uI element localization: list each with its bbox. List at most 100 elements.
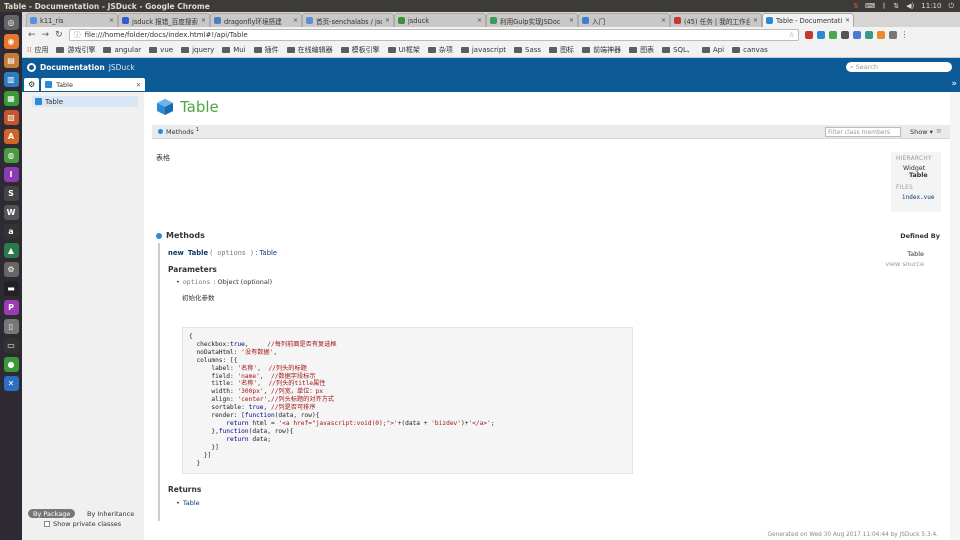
scrollbar[interactable] (950, 92, 960, 540)
network-icon[interactable]: ⇅ (893, 2, 899, 10)
software-center-icon[interactable]: A (3, 129, 19, 144)
bookmark-folder[interactable]: 在线编辑器 (286, 45, 333, 55)
close-icon[interactable]: ✕ (845, 17, 850, 24)
extension-icon[interactable] (852, 31, 861, 39)
tree-item-table[interactable]: Table (32, 96, 138, 107)
extension-icon[interactable] (888, 31, 897, 39)
keyboard-icon[interactable]: ⌨ (865, 2, 875, 10)
expand-icon[interactable]: » (951, 79, 957, 89)
browser-tab[interactable]: (45) 任务 | 我的工作台 ✕ (670, 13, 762, 27)
by-package-button[interactable]: By Package (28, 509, 76, 518)
forward-icon[interactable]: → (42, 30, 50, 40)
back-icon[interactable]: ← (28, 30, 36, 40)
phpstorm-icon[interactable]: P (3, 300, 19, 315)
clock[interactable]: 11:10 (921, 2, 941, 10)
close-icon[interactable]: ✕ (385, 17, 390, 24)
methods-filter-button[interactable]: Methods 1 (166, 127, 199, 136)
dash-icon[interactable]: ◎ (3, 15, 19, 30)
extension-icon[interactable] (864, 31, 873, 39)
close-icon[interactable]: ✕ (477, 17, 482, 24)
menu-icon[interactable]: ⋮ (901, 31, 909, 39)
bookmark-folder[interactable]: 杂项 (427, 45, 453, 55)
close-icon[interactable]: ✕ (136, 81, 141, 89)
globe-icon[interactable]: ● (3, 357, 19, 372)
trash-icon[interactable]: ▯ (3, 319, 19, 334)
browser-tab[interactable]: 首页-senchalabs / jsduck✕ (302, 13, 394, 27)
browser-tab[interactable]: 入门 ✕ (578, 13, 670, 27)
returns-type[interactable]: Table (183, 499, 200, 507)
browser-tab[interactable]: 利用Gulp实现JSDoc ✕ (486, 13, 578, 27)
browser-tab[interactable]: jsduck ✕ (394, 13, 486, 27)
chrome-icon[interactable]: ◍ (3, 148, 19, 163)
monitor-icon[interactable]: ▭ (3, 338, 19, 353)
show-dropdown[interactable]: Show ▾ (910, 128, 933, 136)
extension-icon[interactable] (828, 31, 837, 39)
bookmark-folder[interactable]: 图表 (629, 45, 654, 55)
search-input[interactable]: ⌕ Search (846, 62, 952, 72)
extension-icon[interactable] (804, 31, 813, 39)
show-private-toggle[interactable]: Show private classes (44, 520, 121, 528)
close-icon[interactable]: ✕ (661, 17, 666, 24)
filter-members-input[interactable]: Filter class members (825, 127, 901, 137)
close-icon[interactable]: ✕ (109, 17, 114, 24)
bookmark-folder[interactable]: Sass (514, 46, 541, 54)
definer-class[interactable]: Table (885, 249, 924, 259)
by-inheritance-button[interactable]: By Inheritance (82, 509, 139, 518)
impress-icon[interactable]: ▧ (3, 110, 19, 125)
bookmark-folder[interactable]: 图标 (549, 45, 574, 55)
view-source-link[interactable]: view source (885, 259, 924, 269)
close-icon[interactable]: ✕ (753, 17, 758, 24)
bookmark-folder[interactable]: vue (149, 46, 173, 54)
browser-tab[interactable]: k11_ris ✕ (26, 13, 118, 27)
bookmark-folder[interactable]: 插件 (253, 45, 279, 55)
bookmark-folder[interactable]: jquery (181, 46, 214, 54)
bookmark-folder[interactable]: angular (103, 46, 141, 54)
bookmark-folder[interactable]: SQL、 (662, 45, 694, 55)
browser-tab[interactable]: dragonfly环境搭建 ✕ (210, 13, 302, 27)
firefox-icon[interactable]: ◉ (3, 34, 19, 49)
sublime-icon[interactable]: S (3, 186, 19, 201)
ide-icon[interactable]: I (3, 167, 19, 182)
power-icon[interactable]: ⏻ (948, 2, 954, 11)
vscode-icon[interactable]: ✕ (3, 376, 19, 391)
reload-icon[interactable]: ↻ (55, 30, 63, 40)
show-private-checkbox[interactable] (44, 521, 50, 527)
docs-brand[interactable]: Documentation JSDuck (27, 63, 135, 72)
amazon-icon[interactable]: a (3, 224, 19, 239)
bookmark-folder[interactable]: 游戏引擎 (56, 45, 95, 55)
terminal-icon[interactable]: W (3, 205, 19, 220)
bookmark-folder[interactable]: javascript (460, 46, 506, 54)
bookmark-folder[interactable]: 模板引擎 (340, 45, 380, 55)
close-icon[interactable]: ✕ (293, 17, 298, 24)
method-name[interactable]: Table (188, 249, 208, 257)
browser-tab[interactable]: jsduck 报错_百度搜索 ✕ (118, 13, 210, 27)
bluetooth-icon[interactable]: ᛒ (882, 2, 886, 10)
image-viewer-icon[interactable]: ▲ (3, 243, 19, 258)
bookmark-folder[interactable]: Mui (222, 46, 246, 54)
bookmark-folder[interactable]: UI框架 (387, 45, 420, 55)
collapse-icon[interactable]: ≡ (936, 127, 942, 135)
bookmark-star-icon[interactable]: ☆ (788, 31, 797, 39)
writer-icon[interactable]: ▥ (3, 72, 19, 87)
calc-icon[interactable]: ▦ (3, 91, 19, 106)
bookmark-folder[interactable]: 前端神器 (582, 45, 621, 55)
browser-tab-active[interactable]: Table - Documentation✕ (762, 13, 854, 27)
bookmark-folder[interactable]: canvas (732, 46, 768, 54)
method-signature[interactable]: new Table( options ) : Table (168, 249, 277, 257)
settings-icon[interactable]: ⚙ (3, 262, 19, 277)
sogou-icon[interactable]: S (854, 2, 858, 10)
bookmark-apps[interactable]: ⁞⁞ 应用 (27, 45, 48, 55)
home-tab[interactable]: ⚙ (24, 78, 40, 91)
extension-icon[interactable] (876, 31, 885, 39)
extension-icon[interactable] (816, 31, 825, 39)
close-icon[interactable]: ✕ (201, 17, 206, 24)
files-icon[interactable]: ▤ (3, 53, 19, 68)
tab-table[interactable]: Table ✕ (41, 78, 146, 91)
extension-icon[interactable] (840, 31, 849, 39)
close-icon[interactable]: ✕ (569, 17, 574, 24)
page-info-icon[interactable]: ⓘ (74, 30, 81, 40)
file-link[interactable]: index.vue (896, 194, 936, 201)
console-icon[interactable]: ▬ (3, 281, 19, 296)
bookmark-folder[interactable]: Api (701, 46, 724, 54)
volume-icon[interactable]: ◀) (906, 2, 914, 10)
